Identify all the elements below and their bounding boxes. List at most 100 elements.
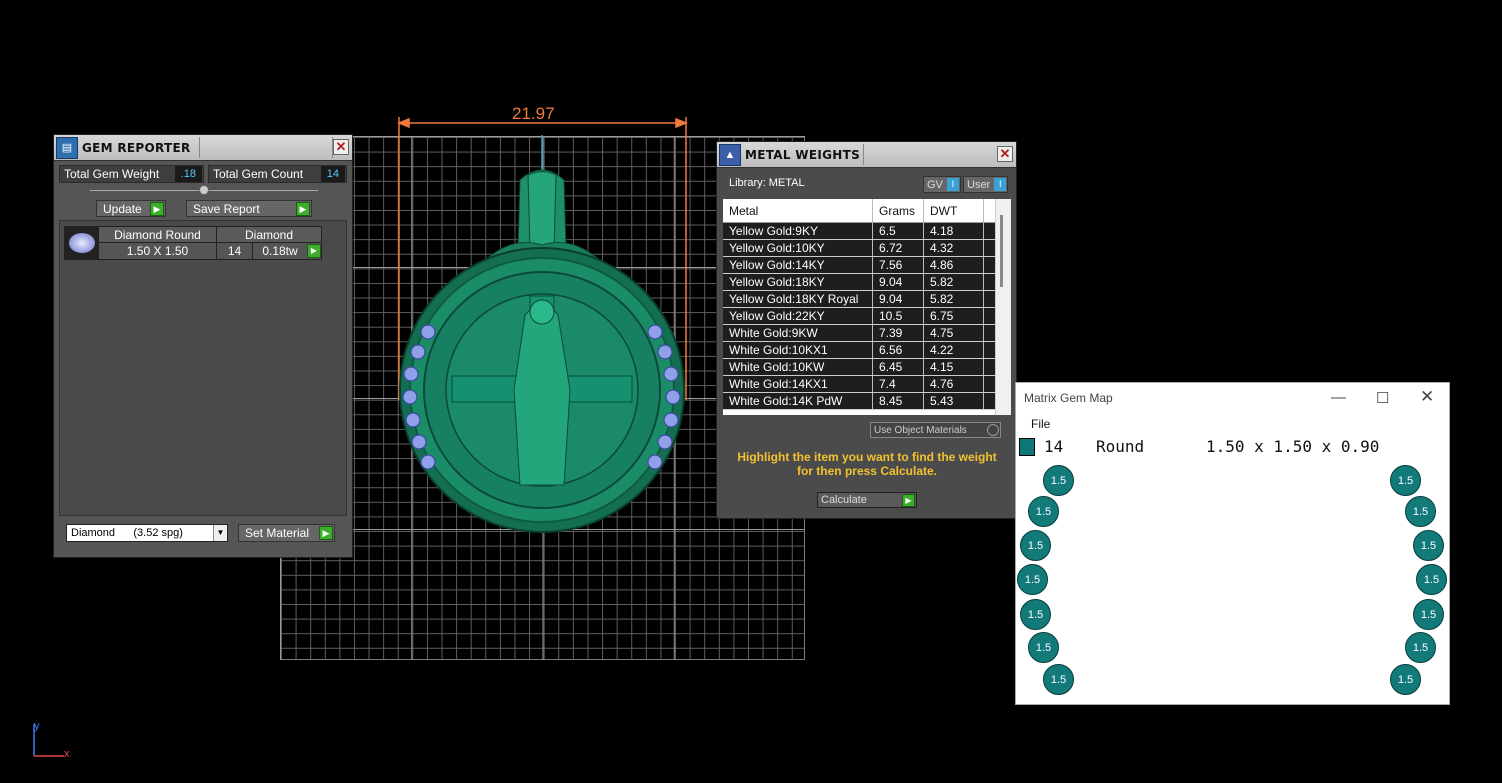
- metal-name-cell: Yellow Gold:10KY: [723, 240, 873, 256]
- dwt-cell: 5.43: [924, 393, 984, 409]
- save-report-button[interactable]: Save Report ▶: [186, 200, 312, 217]
- pendant-model[interactable]: [380, 100, 710, 550]
- gem-dot[interactable]: 1.5: [1017, 564, 1048, 595]
- table-row[interactable]: White Gold:14KX1 7.4 4.76: [723, 376, 1011, 393]
- grams-cell: 7.56: [873, 257, 924, 273]
- save-report-label: Save Report: [193, 201, 260, 216]
- gem-dot[interactable]: 1.5: [1413, 530, 1444, 561]
- close-icon[interactable]: ✕: [997, 146, 1013, 162]
- total-gem-count-value: 14: [320, 166, 345, 182]
- total-gem-count-label: Total Gem Count: [212, 167, 304, 181]
- play-arrow-icon[interactable]: ▶: [307, 244, 321, 258]
- close-icon[interactable]: ✕: [333, 139, 349, 155]
- column-header-grams[interactable]: Grams: [873, 199, 924, 222]
- list-item[interactable]: Diamond Round 1.50 X 1.50 Diamond 14 0.1…: [64, 226, 322, 260]
- grams-cell: 7.39: [873, 325, 924, 341]
- chevron-down-icon[interactable]: ▼: [213, 525, 227, 541]
- gem-map-dims: 1.50 x 1.50 x 0.90: [1206, 437, 1380, 456]
- use-object-materials-toggle[interactable]: Use Object Materials: [870, 422, 1001, 438]
- metal-name-cell: White Gold:10KW: [723, 359, 873, 375]
- grams-cell: 7.4: [873, 376, 924, 392]
- gem-dot[interactable]: 1.5: [1390, 465, 1421, 496]
- column-header-dwt[interactable]: DWT: [924, 199, 984, 222]
- gem-dot[interactable]: 1.5: [1020, 530, 1051, 561]
- table-row[interactable]: White Gold:9KW 7.39 4.75: [723, 325, 1011, 342]
- menu-file[interactable]: File: [1031, 417, 1050, 431]
- scrollbar-thumb[interactable]: [1000, 215, 1003, 287]
- user-label: User: [967, 178, 991, 191]
- material-select[interactable]: Diamond (3.52 spg) ▼: [66, 524, 228, 542]
- gem-list[interactable]: Diamond Round 1.50 X 1.50 Diamond 14 0.1…: [59, 220, 347, 516]
- dwt-cell: 4.18: [924, 223, 984, 239]
- metal-name-cell: Yellow Gold:18KY: [723, 274, 873, 290]
- grams-cell: 9.04: [873, 291, 924, 307]
- size-slider-handle[interactable]: [199, 185, 209, 195]
- metal-name-cell: Yellow Gold:9KY: [723, 223, 873, 239]
- table-row[interactable]: White Gold:10KX1 6.56 4.22: [723, 342, 1011, 359]
- table-row[interactable]: Yellow Gold:10KY 6.72 4.32: [723, 240, 1011, 257]
- gem-reporter-titlebar[interactable]: ▤ GEM REPORTER ✕: [54, 135, 352, 161]
- diamond-thumbnail-icon: [65, 227, 99, 259]
- gem-dot[interactable]: 1.5: [1028, 496, 1059, 527]
- total-gem-count-field: Total Gem Count 14: [207, 165, 347, 183]
- gv-toggle[interactable]: GV I: [923, 176, 961, 193]
- metal-table-header: Metal Grams DWT: [723, 199, 1011, 223]
- metal-table-body[interactable]: Yellow Gold:9KY 6.5 4.18 Yellow Gold:10KY 6.…: [723, 223, 1011, 410]
- metal-table[interactable]: Metal Grams DWT Yellow Gold:9KY 6.5 4.18 Ye…: [723, 199, 1011, 415]
- column-header-metal[interactable]: Metal: [723, 199, 873, 222]
- metal-name-cell: Yellow Gold:14KY: [723, 257, 873, 273]
- gem-map-window[interactable]: Matrix Gem Map — ☐ ✕ File 14 Round 1.50 …: [1015, 382, 1450, 705]
- update-button[interactable]: Update ▶: [96, 200, 166, 217]
- table-row[interactable]: Yellow Gold:14KY 7.56 4.86: [723, 257, 1011, 274]
- calculate-button[interactable]: Calculate ▶: [817, 492, 917, 508]
- gem-map-shape: Round: [1096, 437, 1145, 456]
- user-toggle[interactable]: User I: [963, 176, 1009, 193]
- dwt-cell: 4.22: [924, 342, 984, 358]
- dwt-cell: 4.76: [924, 376, 984, 392]
- metal-table-scrollbar[interactable]: [995, 199, 1011, 415]
- dwt-cell: 6.75: [924, 308, 984, 324]
- total-gem-weight-label: Total Gem Weight: [64, 167, 160, 181]
- set-material-button[interactable]: Set Material ▶: [238, 524, 335, 542]
- gem-dot[interactable]: 1.5: [1043, 664, 1074, 695]
- play-arrow-icon: ▶: [319, 526, 333, 540]
- gem-dot[interactable]: 1.5: [1043, 465, 1074, 496]
- gv-label: GV: [927, 178, 943, 191]
- gem-dot[interactable]: 1.5: [1020, 599, 1051, 630]
- table-row[interactable]: White Gold:14K PdW 8.45 5.43: [723, 393, 1011, 410]
- radio-icon[interactable]: [987, 424, 999, 436]
- material-select-value: Diamond (3.52 spg): [71, 527, 183, 539]
- gem-dot[interactable]: 1.5: [1390, 664, 1421, 695]
- table-row[interactable]: White Gold:10KW 6.45 4.15: [723, 359, 1011, 376]
- grams-cell: 6.72: [873, 240, 924, 256]
- gem-dot[interactable]: 1.5: [1028, 632, 1059, 663]
- gem-weight: 0.18tw: [262, 244, 298, 258]
- dwt-cell: 4.15: [924, 359, 984, 375]
- update-button-label: Update: [103, 201, 142, 216]
- axis-x-label: x: [64, 748, 70, 760]
- close-icon[interactable]: ✕: [1420, 387, 1434, 407]
- maximize-icon[interactable]: ☐: [1376, 389, 1389, 407]
- gem-dot[interactable]: 1.5: [1405, 632, 1436, 663]
- axis-y-label: y: [34, 720, 40, 732]
- gem-dot[interactable]: 1.5: [1413, 599, 1444, 630]
- gem-name-header: Diamond Round: [99, 227, 216, 243]
- toggle-indicator-icon: I: [946, 178, 959, 191]
- minimize-icon[interactable]: —: [1331, 389, 1346, 406]
- metal-weights-titlebar[interactable]: ▲ METAL WEIGHTS ✕: [717, 142, 1016, 168]
- metal-weights-panel[interactable]: ▲ METAL WEIGHTS ✕ Library: METAL GV I Us…: [716, 141, 1017, 519]
- matrix-viewport[interactable]: 21.97 y x ▤ GEM REPORTER ✕ Total Gem Wei…: [0, 0, 1502, 783]
- gem-dot[interactable]: 1.5: [1416, 564, 1447, 595]
- gem-map-title: Matrix Gem Map: [1024, 391, 1113, 405]
- gem-reporter-panel[interactable]: ▤ GEM REPORTER ✕ Total Gem Weight .18 To…: [53, 134, 353, 558]
- grams-cell: 9.04: [873, 274, 924, 290]
- table-row[interactable]: Yellow Gold:18KY 9.04 5.82: [723, 274, 1011, 291]
- gem-dot[interactable]: 1.5: [1405, 496, 1436, 527]
- dwt-cell: 5.82: [924, 274, 984, 290]
- metal-name-cell: White Gold:14K PdW: [723, 393, 873, 409]
- metal-name-cell: White Gold:14KX1: [723, 376, 873, 392]
- table-row[interactable]: Yellow Gold:18KY Royal 9.04 5.82: [723, 291, 1011, 308]
- table-row[interactable]: Yellow Gold:22KY 10.5 6.75: [723, 308, 1011, 325]
- table-row[interactable]: Yellow Gold:9KY 6.5 4.18: [723, 223, 1011, 240]
- library-label: Library: METAL: [729, 177, 805, 189]
